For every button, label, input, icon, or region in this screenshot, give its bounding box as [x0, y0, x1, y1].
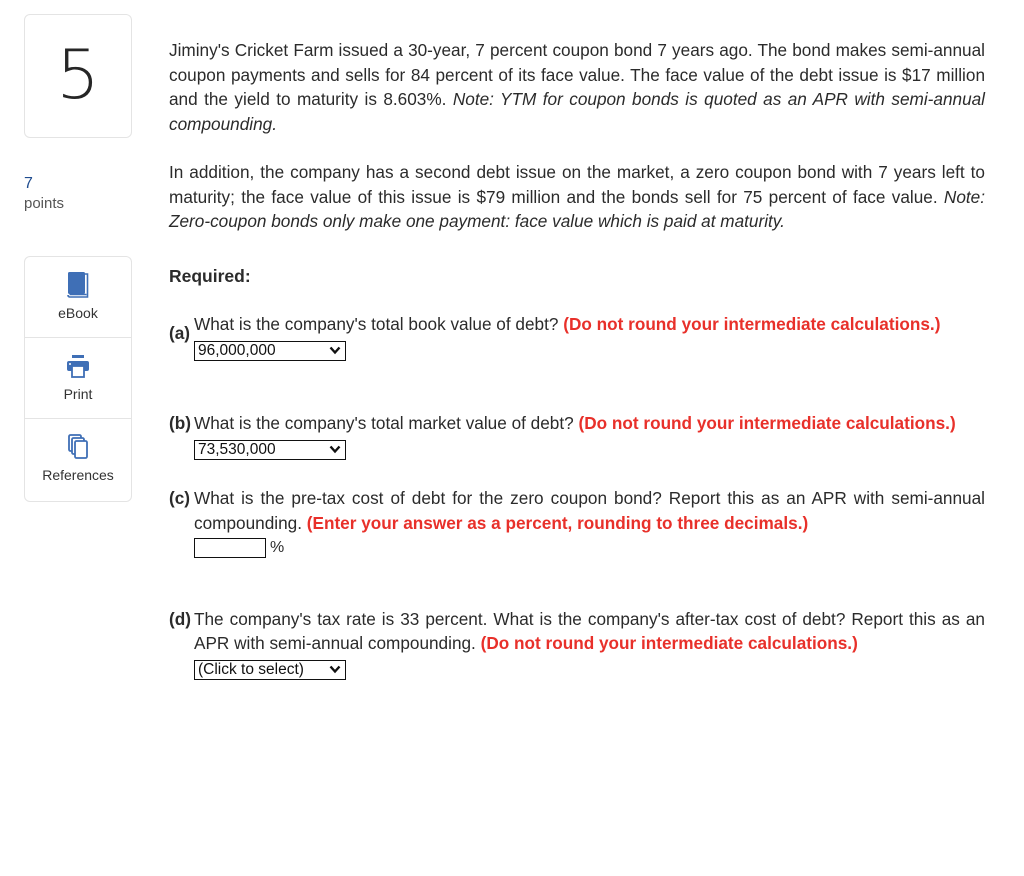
chevron-down-icon: [329, 445, 341, 454]
part-d-answer-value: (Click to select): [198, 660, 304, 678]
part-a: (a) What is the company's total book val…: [169, 312, 985, 361]
points-label: points: [24, 195, 65, 212]
problem-paragraph-2: In addition, the company has a second de…: [169, 160, 985, 234]
part-a-question: What is the company's total book value o…: [194, 314, 564, 334]
points-value: 7: [24, 175, 33, 192]
part-a-instruction: (Do not round your intermediate calculat…: [563, 314, 941, 334]
part-b-label: (b): [169, 413, 191, 433]
documents-icon: [68, 434, 88, 459]
problem-text-2: In addition, the company has a second de…: [169, 162, 985, 207]
required-heading: Required:: [169, 265, 251, 286]
tools-panel: eBook Print References: [24, 256, 132, 502]
percent-unit: %: [270, 539, 285, 557]
part-d-answer-select[interactable]: (Click to select): [194, 659, 346, 680]
printer-icon: [67, 355, 89, 378]
problem-paragraph-1: Jiminy's Cricket Farm issued a 30-year, …: [169, 38, 985, 136]
part-a-answer-select[interactable]: 96,000,000: [194, 340, 346, 361]
references-button[interactable]: References: [25, 419, 131, 501]
ebook-label: eBook: [58, 305, 98, 321]
book-icon: [67, 272, 89, 298]
print-button[interactable]: Print: [25, 338, 131, 419]
question-number-box: 5: [24, 14, 132, 138]
part-d-label: (d): [169, 608, 191, 629]
part-a-label: (a): [169, 323, 191, 343]
chevron-down-icon: [329, 666, 341, 674]
part-d-instruction: (Do not round your intermediate calculat…: [480, 633, 858, 654]
question-content: Jiminy's Cricket Farm issued a 30-year, …: [169, 38, 985, 680]
references-label: References: [42, 467, 114, 483]
part-b-answer-value: 73,530,000: [198, 440, 276, 458]
part-b-question: What is the company's total market value…: [194, 413, 579, 433]
part-c: (c) What is the pre-tax cost of debt for…: [169, 486, 985, 561]
ebook-button[interactable]: eBook: [25, 257, 131, 338]
part-c-label: (c): [169, 488, 191, 508]
part-b-instruction: (Do not round your intermediate calculat…: [578, 413, 956, 433]
part-c-instruction: (Enter your answer as a percent, roundin…: [306, 512, 809, 533]
part-d: (d) The company's tax rate is 33 percent…: [169, 607, 985, 681]
question-number: 5: [56, 36, 100, 115]
chevron-down-icon: [329, 346, 341, 355]
part-b-answer-select[interactable]: 73,530,000: [194, 439, 346, 460]
points-info: 7 points: [24, 174, 64, 214]
print-label: Print: [63, 386, 93, 402]
part-c-answer-input[interactable]: [194, 538, 266, 559]
part-b: (b) What is the company's total market v…: [169, 411, 985, 460]
part-a-answer-value: 96,000,000: [198, 341, 276, 359]
